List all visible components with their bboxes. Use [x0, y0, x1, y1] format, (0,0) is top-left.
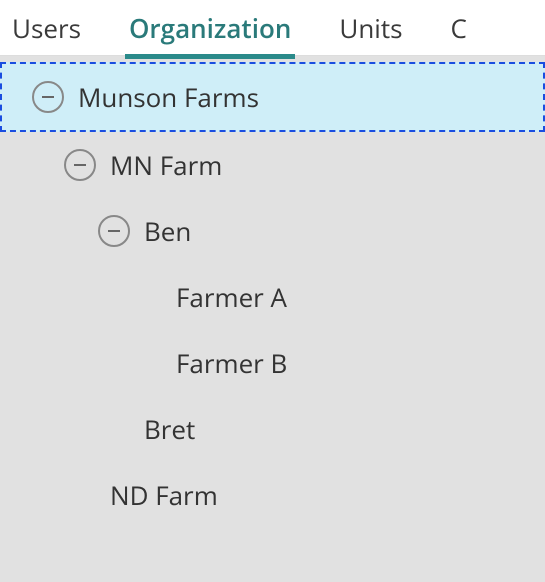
tree-row-nd-farm[interactable]: ND Farm — [0, 462, 545, 528]
tree-label: Farmer B — [176, 345, 287, 381]
tree-label: Bret — [144, 411, 195, 447]
tab-units[interactable]: Units — [335, 2, 406, 54]
tab-partial[interactable]: C — [446, 2, 470, 54]
tree-row-farmer-a[interactable]: Farmer A — [0, 264, 545, 330]
org-tree: Munson Farms MN Farm Ben Farmer A Farmer… — [0, 56, 545, 582]
tree-row-ben[interactable]: Ben — [0, 198, 545, 264]
tab-users[interactable]: Users — [8, 2, 85, 54]
tree-row-farmer-b[interactable]: Farmer B — [0, 330, 545, 396]
tree-row-mn-farm[interactable]: MN Farm — [0, 132, 545, 198]
collapse-icon[interactable] — [64, 149, 96, 181]
tree-label: Munson Farms — [78, 79, 259, 115]
tree-label: Farmer A — [176, 279, 287, 315]
tree-label: MN Farm — [110, 147, 222, 183]
tree-row-bret[interactable]: Bret — [0, 396, 545, 462]
tree-label: Ben — [144, 213, 191, 249]
tabs-bar: Users Organization Units C — [0, 0, 545, 56]
tree-row-root[interactable]: Munson Farms — [0, 62, 545, 132]
collapse-icon[interactable] — [98, 215, 130, 247]
tab-organization[interactable]: Organization — [125, 2, 295, 54]
tree-label: ND Farm — [110, 477, 218, 513]
collapse-icon[interactable] — [32, 81, 64, 113]
